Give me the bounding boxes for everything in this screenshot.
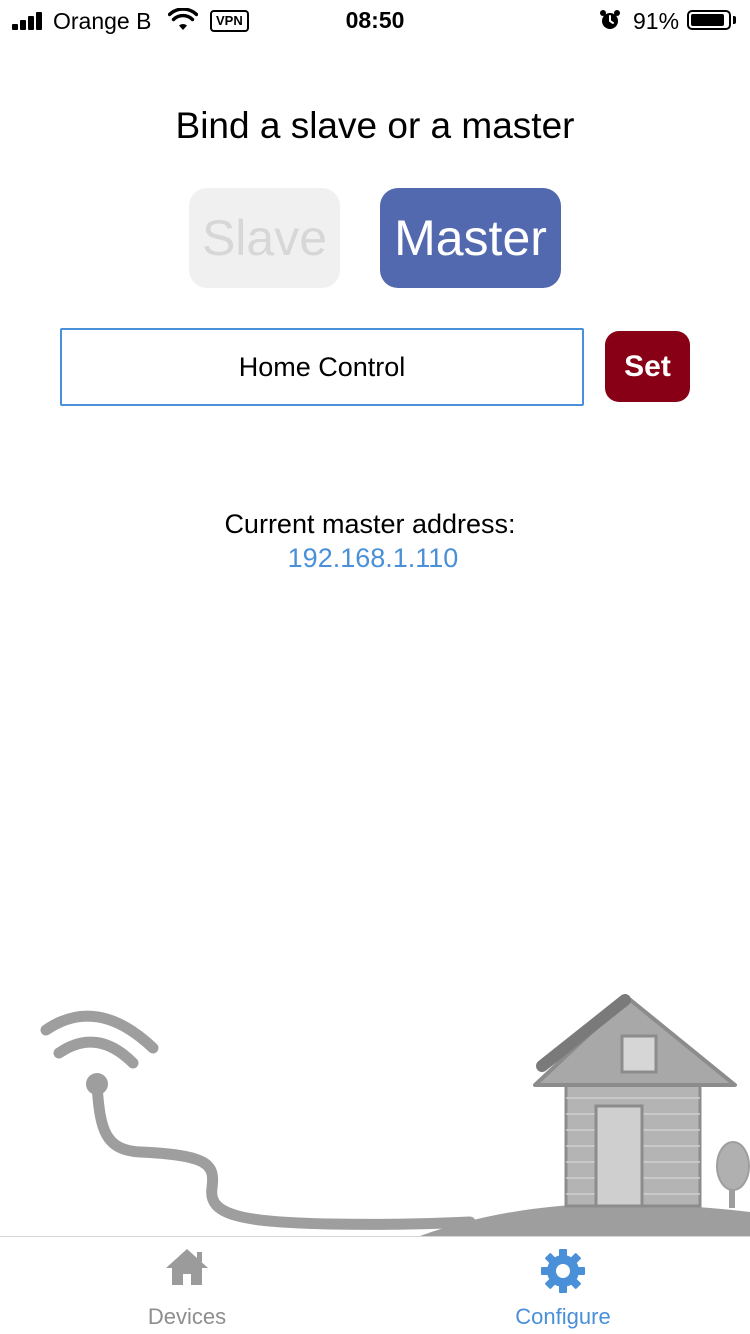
tree-drawing bbox=[716, 1141, 750, 1208]
master-button[interactable]: Master bbox=[380, 188, 561, 288]
battery-level-fill bbox=[691, 14, 724, 26]
wifi-dot bbox=[86, 1073, 108, 1095]
cable-line bbox=[91, 1079, 476, 1230]
battery-icon bbox=[687, 10, 731, 30]
status-bar: Orange B VPN 08:50 91% bbox=[0, 0, 750, 40]
device-name-input[interactable] bbox=[60, 328, 584, 406]
battery-percentage: 91% bbox=[633, 8, 680, 34]
current-master-address-label: Current master address: bbox=[224, 509, 516, 539]
slave-button[interactable]: Slave bbox=[189, 188, 340, 288]
tab-bar: Devices Configure bbox=[0, 1236, 750, 1334]
wifi-house-illustration bbox=[40, 994, 750, 1236]
alarm-icon bbox=[600, 10, 620, 29]
tab-configure[interactable]: Configure bbox=[375, 1237, 750, 1334]
tab-configure-label: Configure bbox=[515, 1304, 611, 1329]
battery-tip bbox=[733, 16, 736, 24]
set-button[interactable]: Set bbox=[605, 331, 690, 402]
current-master-address-value: 192.168.1.110 bbox=[287, 543, 459, 573]
gear-icon bbox=[541, 1249, 585, 1293]
app-screen: Orange B VPN 08:50 91% Bind a slave or a… bbox=[0, 0, 750, 1334]
house-drawing bbox=[533, 994, 737, 1208]
wifi-signal-drawing bbox=[40, 1010, 159, 1069]
page-title: Bind a slave or a master bbox=[175, 105, 575, 146]
